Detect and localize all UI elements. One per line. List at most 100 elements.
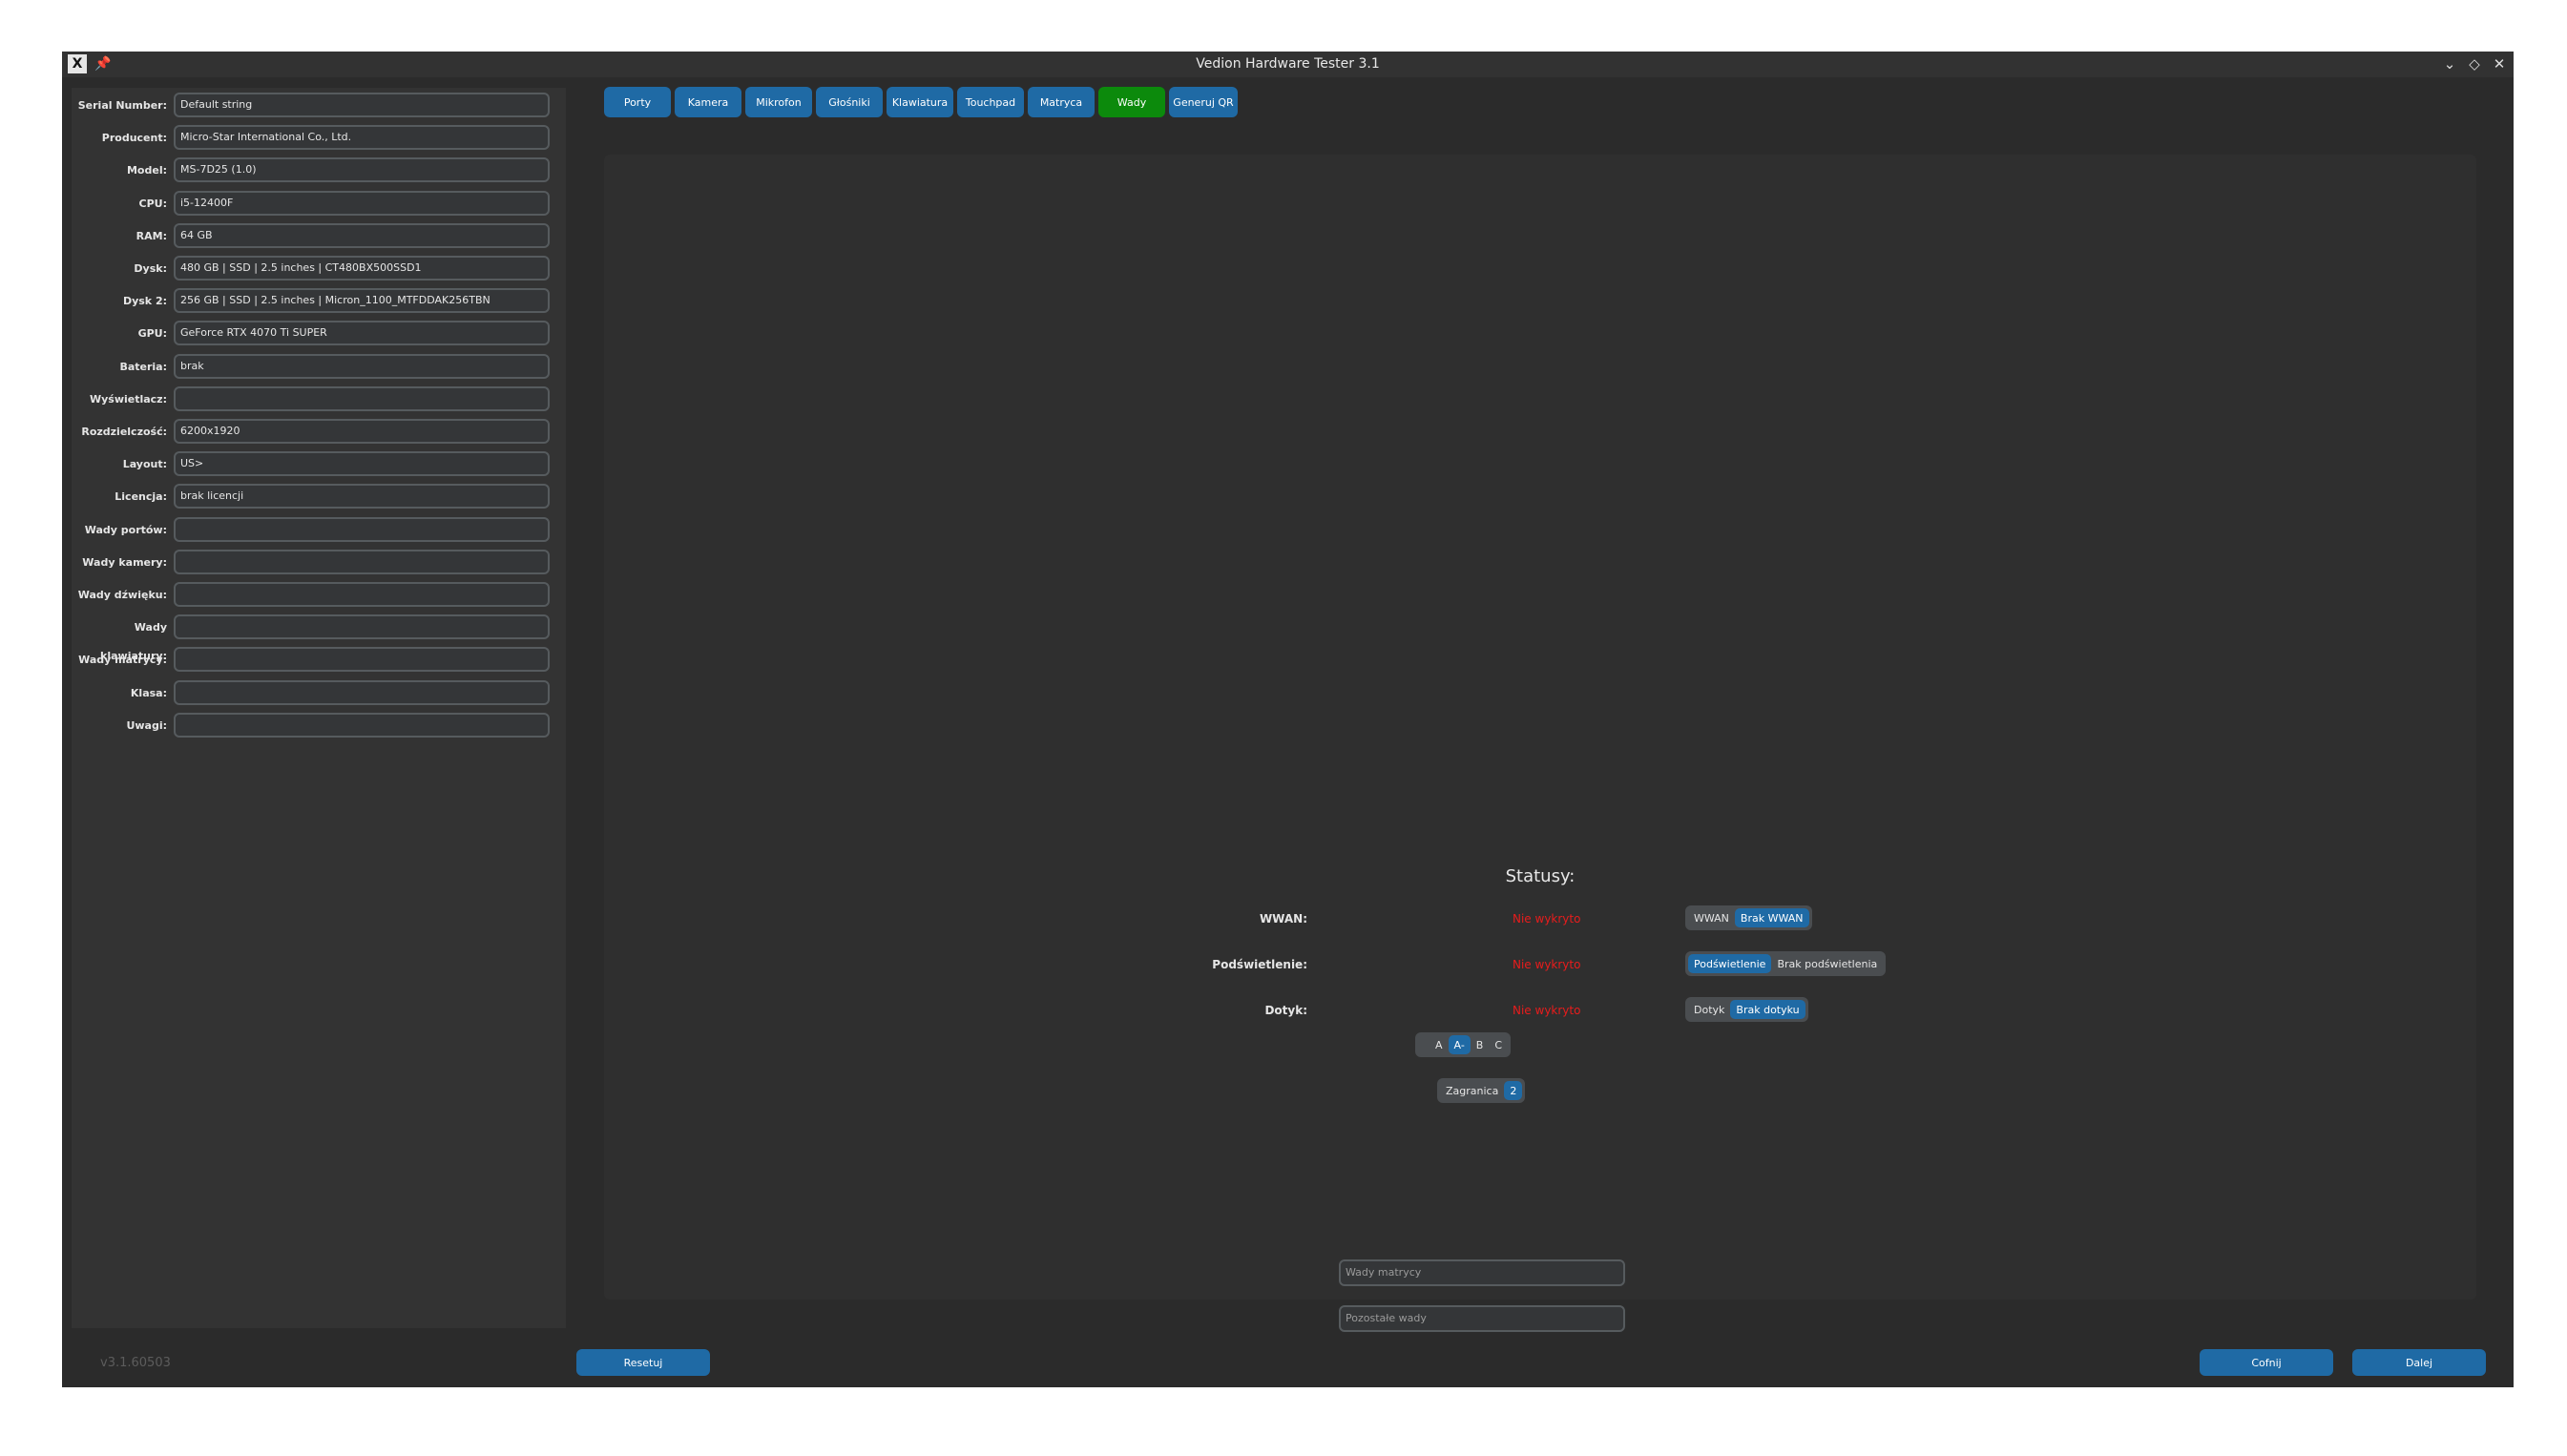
status-toggle[interactable]: Dotyk Brak dotyku bbox=[1685, 997, 1808, 1022]
form-row: Serial Number: Default string bbox=[72, 92, 566, 120]
window-title: Vedion Hardware Tester 3.1 bbox=[1196, 56, 1380, 72]
form-row: Wady matrycy: bbox=[72, 646, 566, 675]
toggle-option[interactable]: Brak WWAN bbox=[1734, 908, 1809, 927]
form-row: Wady dźwięku: bbox=[72, 581, 566, 610]
field-label: GPU: bbox=[137, 327, 167, 341]
back-button[interactable]: Cofnij bbox=[2200, 1349, 2333, 1376]
field-label: Wady portów: bbox=[84, 523, 167, 536]
wady-tab-content: Statusy: WWAN: Nie wykryto WWAN Brak WWAN Po… bbox=[604, 155, 2476, 1332]
field-input[interactable]: 64 GB bbox=[174, 222, 550, 248]
status-label: Dotyk: bbox=[1264, 1004, 1307, 1017]
field-input[interactable]: MS-7D25 (1.0) bbox=[174, 157, 550, 183]
field-input[interactable]: 480 GB | SSD | 2.5 inches | CT480BX500SS… bbox=[174, 256, 550, 281]
field-label: RAM: bbox=[136, 229, 167, 242]
field-label: Dysk: bbox=[134, 262, 167, 275]
field-input[interactable]: 256 GB | SSD | 2.5 inches | Micron_1100_… bbox=[174, 288, 550, 314]
tab-kamera[interactable]: Kamera bbox=[675, 87, 741, 117]
tab-porty[interactable]: Porty bbox=[604, 87, 671, 117]
hardware-info-panel: Serial Number: Default string Producent: Mi… bbox=[72, 88, 566, 1328]
field-input[interactable] bbox=[174, 679, 550, 705]
maximize-icon[interactable]: ◇ bbox=[2468, 52, 2481, 77]
toggle-option[interactable]: WWAN bbox=[1688, 908, 1735, 927]
toggle-option[interactable]: Podświetlenie bbox=[1688, 954, 1772, 973]
minimize-icon[interactable]: ⌄ bbox=[2443, 52, 2456, 77]
field-label: Wyświetlacz: bbox=[89, 392, 167, 406]
toggle-option[interactable]: Dotyk bbox=[1688, 1000, 1730, 1019]
field-label: Rozdzielczość: bbox=[81, 426, 167, 438]
status-toggle[interactable]: WWAN Brak WWAN bbox=[1685, 905, 1812, 930]
field-input[interactable] bbox=[174, 647, 550, 673]
toggle-option[interactable]: Brak podświetlenia bbox=[1771, 954, 1883, 973]
tab-matryca[interactable]: Matryca bbox=[1028, 87, 1095, 117]
title-bar: X 📌 Vedion Hardware Tester 3.1 ⌄ ◇ ✕ bbox=[62, 52, 2514, 77]
tab-klawiatura[interactable]: Klawiatura bbox=[887, 87, 953, 117]
form-row: Licencja: brak licencji bbox=[72, 483, 566, 511]
reset-button[interactable]: Resetuj bbox=[576, 1349, 710, 1376]
grade-option[interactable]: A- bbox=[1448, 1035, 1471, 1054]
field-label: Wady matrycy: bbox=[78, 654, 167, 667]
grade-option[interactable]: A bbox=[1430, 1035, 1449, 1054]
grade-option[interactable]: B bbox=[1471, 1035, 1490, 1054]
field-label: Dysk 2: bbox=[122, 295, 167, 308]
field-input[interactable]: Default string bbox=[174, 93, 550, 117]
field-input[interactable]: Micro-Star International Co., Ltd. bbox=[174, 125, 550, 151]
form-row: Uwagi: bbox=[72, 712, 566, 740]
field-input[interactable]: GeForce RTX 4070 Ti SUPER bbox=[174, 321, 550, 346]
tab-wady[interactable]: Wady bbox=[1098, 87, 1165, 117]
status-label: Podświetlenie: bbox=[1212, 958, 1307, 971]
field-label: Licencja: bbox=[115, 490, 167, 504]
status-toggle[interactable]: Podświetlenie Brak podświetlenia bbox=[1685, 951, 1887, 976]
form-row: CPU: i5-12400F bbox=[72, 190, 566, 218]
grade-option[interactable] bbox=[1418, 1035, 1430, 1054]
status-label: WWAN: bbox=[1259, 912, 1307, 926]
zagranica-selector[interactable]: Zagranica 2 bbox=[1437, 1078, 1526, 1103]
toggle-option[interactable]: Brak dotyku bbox=[1730, 1000, 1805, 1019]
form-row: RAM: 64 GB bbox=[72, 222, 566, 251]
field-input[interactable]: brak bbox=[174, 353, 550, 379]
form-row: Wyświetlacz: bbox=[72, 385, 566, 414]
field-input[interactable] bbox=[174, 385, 550, 411]
field-label: Model: bbox=[126, 164, 167, 177]
tab-g-o-niki[interactable]: Głośniki bbox=[816, 87, 883, 117]
field-label: Layout: bbox=[122, 458, 167, 471]
field-label: Wady dźwięku: bbox=[77, 589, 167, 601]
grade-option[interactable]: C bbox=[1489, 1035, 1508, 1054]
field-input[interactable] bbox=[174, 614, 550, 640]
field-input[interactable] bbox=[174, 712, 550, 738]
status-value: Nie wykryto bbox=[1513, 1004, 1581, 1017]
field-label: Uwagi: bbox=[126, 718, 167, 732]
form-row: GPU: GeForce RTX 4070 Ti SUPER bbox=[72, 320, 566, 348]
field-input[interactable] bbox=[174, 516, 550, 542]
close-icon[interactable]: ✕ bbox=[2493, 52, 2506, 77]
next-button[interactable]: Dalej bbox=[2352, 1349, 2486, 1376]
zagranica-option[interactable]: Zagranica bbox=[1440, 1081, 1504, 1100]
app-window: X 📌 Vedion Hardware Tester 3.1 ⌄ ◇ ✕ Ser… bbox=[62, 52, 2514, 1387]
wady-matrycy-input[interactable]: Wady matrycy bbox=[1339, 1259, 1625, 1286]
tab-generuj-qr[interactable]: Generuj QR bbox=[1169, 87, 1238, 117]
field-input[interactable]: 6200x1920 bbox=[174, 419, 550, 444]
field-label: Bateria: bbox=[119, 360, 167, 373]
field-input[interactable]: i5-12400F bbox=[174, 190, 550, 216]
status-value: Nie wykryto bbox=[1513, 912, 1581, 926]
form-row: Dysk 2: 256 GB | SSD | 2.5 inches | Micro… bbox=[72, 287, 566, 316]
field-input[interactable]: US> bbox=[174, 451, 550, 477]
tab-touchpad[interactable]: Touchpad bbox=[957, 87, 1024, 117]
field-label: Wady kamery: bbox=[82, 555, 167, 569]
statusy-heading: Statusy: bbox=[1505, 866, 1576, 886]
form-row: Producent: Micro-Star International Co., … bbox=[72, 124, 566, 153]
form-row: Bateria: brak bbox=[72, 353, 566, 382]
grade-selector[interactable]: A A- B C bbox=[1415, 1032, 1512, 1057]
form-row: Wady kamery: bbox=[72, 549, 566, 577]
zagranica-option[interactable]: 2 bbox=[1504, 1081, 1523, 1100]
pozostale-wady-input[interactable]: Pozostałe wady bbox=[1339, 1305, 1625, 1332]
form-row: Wady klawiatury: bbox=[72, 614, 566, 662]
field-input[interactable]: brak licencji bbox=[174, 484, 550, 510]
version-label: v3.1.60503 bbox=[100, 1356, 171, 1370]
form-row: Dysk: 480 GB | SSD | 2.5 inches | CT480BX… bbox=[72, 255, 566, 283]
tab-mikrofon[interactable]: Mikrofon bbox=[745, 87, 812, 117]
field-input[interactable] bbox=[174, 582, 550, 607]
field-label: Serial Number: bbox=[77, 99, 167, 112]
form-row: Rozdzielczość: 6200x1920 bbox=[72, 418, 566, 447]
field-label: CPU: bbox=[138, 197, 167, 210]
field-input[interactable] bbox=[174, 549, 550, 574]
